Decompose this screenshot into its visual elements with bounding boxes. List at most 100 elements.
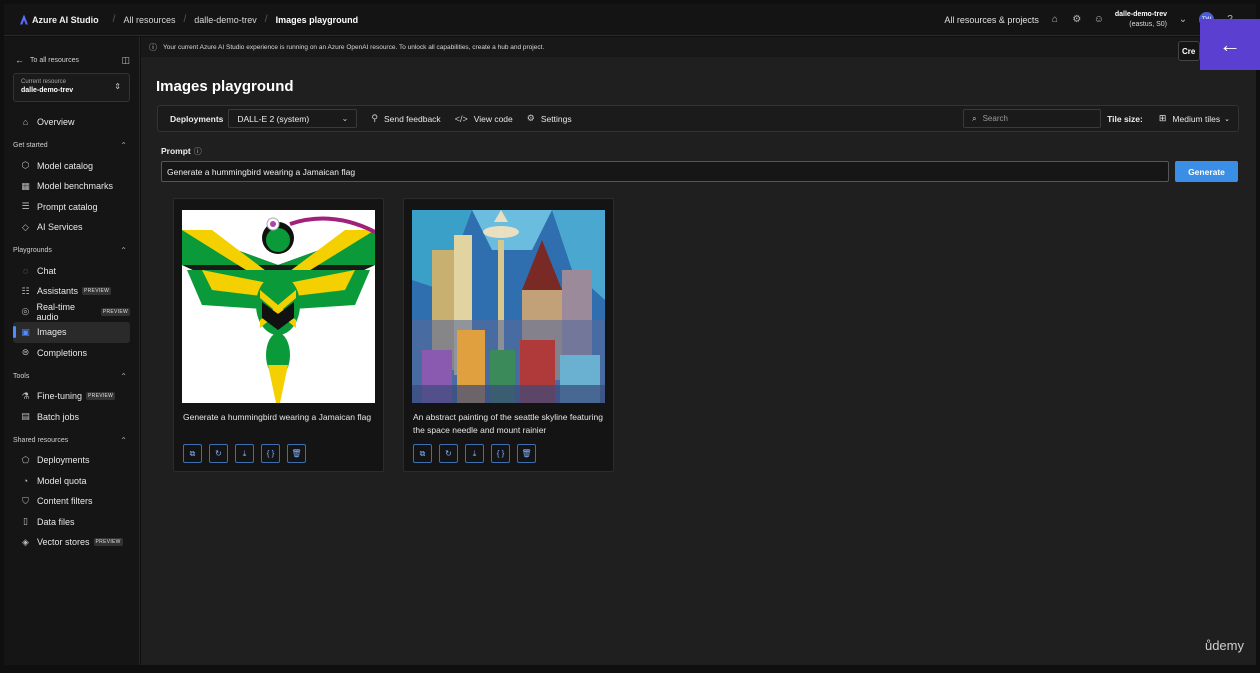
- sidebar-item-model-catalog[interactable]: ⬡ Model catalog: [13, 156, 130, 177]
- page-title: Images playground: [156, 78, 294, 95]
- regenerate-icon[interactable]: ↻: [209, 444, 228, 463]
- image-card[interactable]: An abstract painting of the seattle skyl…: [403, 198, 614, 472]
- sidebar-item-overview[interactable]: ⌂ Overview: [13, 112, 130, 133]
- deployment-dropdown[interactable]: DALL-E 2 (system) ⌄: [228, 109, 358, 128]
- sidebar-item-label: Images: [37, 327, 67, 338]
- info-icon[interactable]: ⓘ: [194, 147, 202, 156]
- sidebar-item-label: Model catalog: [37, 160, 94, 171]
- project-switcher[interactable]: All resources & projects: [944, 15, 1039, 25]
- copy-icon[interactable]: ⧉: [183, 444, 202, 463]
- preview-badge: PREVIEW: [100, 307, 130, 316]
- breadcrumb-current: Images playground: [275, 14, 359, 25]
- chevron-up-icon: ⌃: [120, 141, 127, 150]
- section-playgrounds[interactable]: Playgrounds ⌃: [13, 241, 130, 261]
- sidebar-item-label: Fine-tuning: [37, 391, 83, 402]
- json-icon[interactable]: { }: [261, 444, 280, 463]
- send-feedback-button[interactable]: ⚲ Send feedback: [371, 113, 440, 124]
- azure-logo-icon: [20, 14, 28, 25]
- info-icon: ⓘ: [149, 42, 157, 52]
- sidebar-item-vector-stores[interactable]: ◈ Vector stores PREVIEW: [13, 532, 130, 553]
- sidebar-item-batch-jobs[interactable]: ▤ Batch jobs: [13, 407, 130, 428]
- benchmark-icon: ▦: [21, 180, 30, 191]
- gauge-icon: ◔: [22, 475, 29, 486]
- info-message: Your current Azure AI Studio experience …: [163, 43, 545, 51]
- sidebar-item-label: Batch jobs: [37, 411, 80, 422]
- download-icon[interactable]: ⤓: [465, 444, 484, 463]
- feedback-smiley-icon[interactable]: ☺: [1093, 14, 1105, 25]
- arrow-left-icon: ←: [15, 55, 24, 65]
- chat-icon: ◌: [22, 265, 29, 276]
- vector-store-icon: ◈: [22, 536, 29, 547]
- app-name: Azure AI Studio: [32, 14, 99, 25]
- regenerate-icon[interactable]: ↻: [439, 444, 458, 463]
- search-input[interactable]: ⌕ Search: [963, 109, 1102, 128]
- create-hub-button[interactable]: Cre: [1178, 41, 1200, 61]
- deployments-icon: ⬠: [21, 454, 30, 465]
- back-label: To all resources: [30, 56, 80, 64]
- breadcrumb-separator: /: [264, 14, 268, 25]
- section-tools[interactable]: Tools ⌃: [13, 366, 130, 386]
- section-title: Tools: [13, 372, 30, 380]
- chevron-down-icon[interactable]: ⌄: [1177, 14, 1189, 25]
- section-get-started[interactable]: Get started ⌃: [13, 136, 130, 156]
- json-icon[interactable]: { }: [491, 444, 510, 463]
- breadcrumb-resource[interactable]: dalle-demo-trev: [194, 15, 257, 25]
- sidebar-item-fine-tuning[interactable]: ⚗ Fine-tuning PREVIEW: [13, 386, 130, 407]
- generate-button[interactable]: Generate: [1175, 161, 1238, 182]
- sidebar-item-realtime-audio[interactable]: ◎ Real-time audio PREVIEW: [13, 302, 130, 323]
- hummingbird-image: [182, 210, 375, 403]
- search-placeholder: Search: [982, 114, 1008, 123]
- announcement-icon[interactable]: ⌂: [1049, 14, 1061, 25]
- generated-image-seattle[interactable]: [412, 210, 605, 403]
- delete-icon[interactable]: 🗑: [517, 444, 536, 463]
- sidebar-item-content-filters[interactable]: ⛉ Content filters: [13, 491, 130, 512]
- sidebar-item-completions[interactable]: ⊜ Completions: [13, 343, 130, 364]
- code-icon: </>: [454, 113, 468, 124]
- prompt-input[interactable]: Generate a hummingbird wearing a Jamaica…: [161, 161, 1169, 182]
- info-banner: ⓘ Your current Azure AI Studio experienc…: [141, 37, 1256, 57]
- tile-size-dropdown[interactable]: ⊞ Medium tiles ⌄: [1159, 113, 1230, 124]
- top-bar: Azure AI Studio / All resources / dalle-…: [4, 4, 1256, 36]
- sidebar-item-assistants[interactable]: ☷ Assistants PREVIEW: [13, 281, 130, 302]
- back-arrow-overlay-button[interactable]: ←: [1200, 19, 1260, 70]
- section-shared-resources[interactable]: Shared resources ⌃: [13, 430, 130, 450]
- breadcrumb-separator: /: [183, 14, 187, 25]
- sidebar-item-label: Content filters: [37, 496, 93, 507]
- sidebar-item-label: Assistants: [37, 286, 79, 297]
- sidebar-item-label: Prompt catalog: [37, 201, 98, 212]
- sidebar-item-chat[interactable]: ◌ Chat: [13, 261, 130, 282]
- sidebar-item-label: Real-time audio: [36, 301, 76, 322]
- sidebar-item-label: Model quota: [37, 475, 87, 486]
- gear-icon[interactable]: ⚙: [1071, 14, 1083, 25]
- copy-icon[interactable]: ⧉: [413, 444, 432, 463]
- generated-image-hummingbird[interactable]: [182, 210, 375, 403]
- sidebar-item-model-quota[interactable]: ◔ Model quota: [13, 471, 130, 492]
- account-info[interactable]: dalle-demo-trev (eastus, S0): [1115, 10, 1167, 30]
- breadcrumb-all-resources[interactable]: All resources: [123, 15, 175, 25]
- flask-icon: ⚗: [21, 390, 30, 401]
- section-title: Playgrounds: [13, 247, 52, 254]
- back-to-resources-link[interactable]: ← To all resources ◫: [15, 53, 130, 67]
- account-name: dalle-demo-trev: [1114, 10, 1167, 18]
- sidebar-item-prompt-catalog[interactable]: ☰ Prompt catalog: [13, 197, 130, 218]
- resource-selector[interactable]: Current resource dalle-demo-trev ⇕: [13, 73, 130, 102]
- sidebar-item-ai-services[interactable]: ◇ AI Services: [13, 217, 130, 238]
- download-icon[interactable]: ⤓: [235, 444, 254, 463]
- view-code-button[interactable]: </> View code: [455, 114, 513, 124]
- ai-services-icon: ◇: [22, 221, 29, 232]
- sidebar-item-model-benchmarks[interactable]: ▦ Model benchmarks: [13, 176, 130, 197]
- grid-icon: ⊞: [1158, 113, 1167, 123]
- app-logo[interactable]: Azure AI Studio: [20, 14, 99, 25]
- sidebar-item-data-files[interactable]: ▯ Data files: [13, 512, 130, 533]
- chevron-down-icon: ⌄: [1224, 115, 1230, 123]
- settings-button[interactable]: ⚙ Settings: [527, 113, 572, 124]
- sidebar-item-deployments[interactable]: ⬠ Deployments: [13, 450, 130, 471]
- delete-icon[interactable]: 🗑: [287, 444, 306, 463]
- sidebar-item-label: Data files: [37, 516, 75, 527]
- sidebar: ← To all resources ◫ Current resource da…: [4, 37, 140, 665]
- seattle-painting-image: [412, 210, 605, 403]
- sidebar-item-images[interactable]: ▣ Images: [13, 322, 130, 343]
- deployment-value: DALL-E 2 (system): [237, 113, 310, 124]
- image-card[interactable]: Generate a hummingbird wearing a Jamaica…: [173, 198, 384, 472]
- collapse-panel-icon[interactable]: ◫: [121, 55, 130, 66]
